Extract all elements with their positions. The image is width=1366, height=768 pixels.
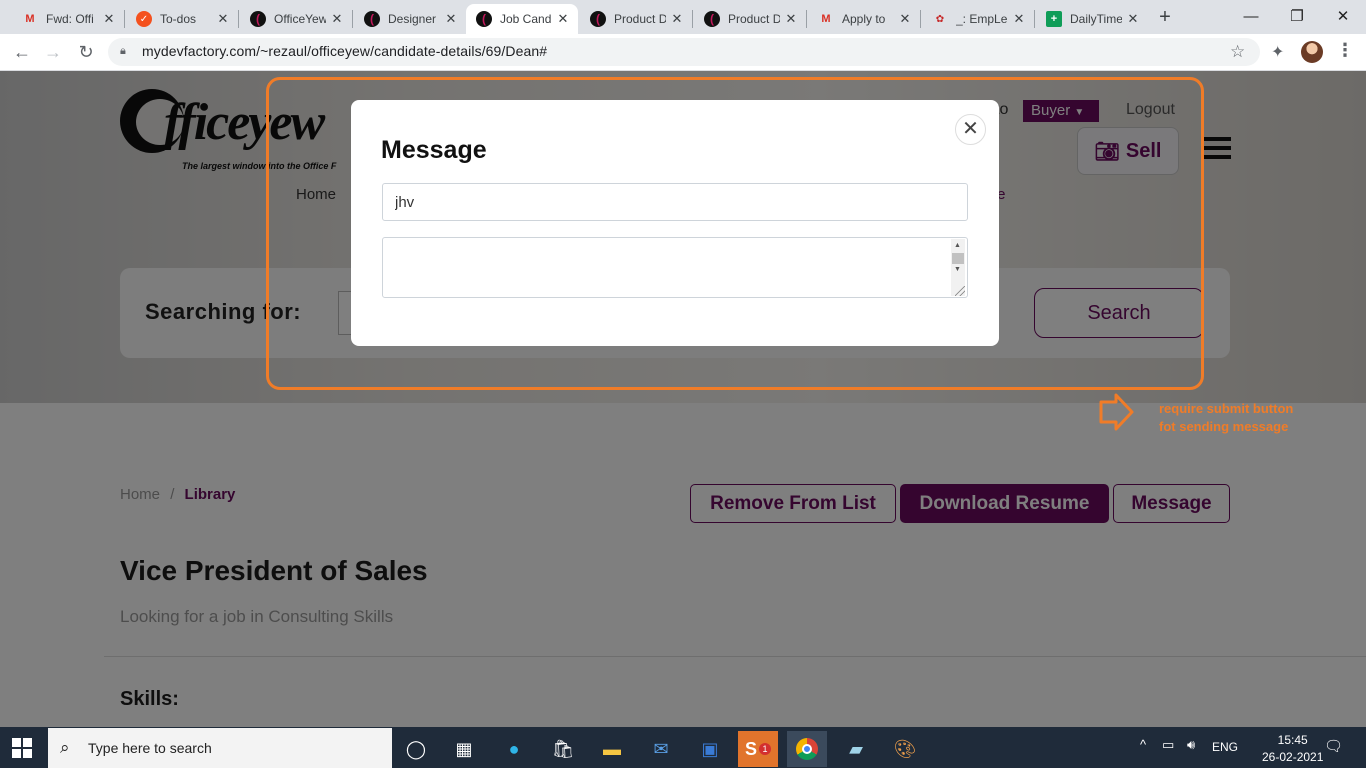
show-hidden-icons-icon[interactable]: ^ bbox=[1140, 737, 1146, 752]
tab-close-icon[interactable]: ✕ bbox=[898, 11, 912, 27]
todo-icon: ✓ bbox=[136, 11, 152, 27]
officeyew-icon: ( bbox=[476, 11, 492, 27]
skype-icon[interactable]: S 1 bbox=[738, 731, 778, 767]
tab-close-icon[interactable]: ✕ bbox=[216, 11, 230, 27]
browser-tab[interactable]: ✿ _: EmpLe ✕ bbox=[922, 4, 1034, 34]
window-close-icon[interactable]: ✕ bbox=[1320, 0, 1366, 32]
lock-icon: 🔒︎ bbox=[120, 45, 126, 57]
browser-tab[interactable]: M Fwd: Offi ✕ bbox=[12, 4, 124, 34]
tab-title: Product D bbox=[728, 12, 780, 26]
tab-title: Apply to bbox=[842, 12, 886, 26]
edge-icon[interactable]: ● bbox=[494, 731, 534, 767]
browser-tab[interactable]: ( Designer ✕ bbox=[354, 4, 466, 34]
officeyew-icon: ( bbox=[704, 11, 720, 27]
browser-tab[interactable]: ( OfficeYew ✕ bbox=[240, 4, 352, 34]
chrome-icon[interactable] bbox=[787, 731, 827, 767]
tab-title: _: EmpLe bbox=[956, 12, 1008, 26]
tab-title: Designer bbox=[388, 12, 437, 26]
notepad-icon[interactable]: ▰ bbox=[836, 731, 876, 767]
notification-badge: 1 bbox=[759, 743, 771, 755]
tab-title: DailyTime bbox=[1070, 12, 1122, 26]
tab-title: OfficeYew bbox=[274, 12, 326, 26]
volume-icon[interactable]: 🔊︎ bbox=[1187, 737, 1195, 753]
browser-tab[interactable]: + DailyTime ✕ bbox=[1036, 4, 1148, 34]
store-icon[interactable]: 🛍︎ bbox=[543, 731, 583, 767]
task-view-icon[interactable]: ▦ bbox=[444, 731, 484, 767]
tab-close-icon[interactable]: ✕ bbox=[556, 11, 570, 27]
back-icon[interactable]: ← bbox=[10, 40, 34, 64]
tab-close-icon[interactable]: ✕ bbox=[1012, 11, 1026, 27]
network-icon[interactable]: ▭ bbox=[1162, 737, 1174, 753]
url-text[interactable]: mydevfactory.com/~rezaul/officeyew/candi… bbox=[142, 43, 547, 59]
emple-icon: ✿ bbox=[935, 13, 945, 25]
clock-date: 26-02-2021 bbox=[1262, 750, 1324, 764]
annotation-highlight-box bbox=[266, 77, 1204, 390]
officeyew-icon: ( bbox=[250, 11, 266, 27]
windows-start-icon[interactable] bbox=[12, 738, 32, 758]
file-explorer-icon[interactable]: ▬ bbox=[592, 731, 632, 767]
taskbar-search-box[interactable]: ⌕ Type here to search bbox=[48, 728, 392, 768]
browser-menu-icon[interactable]: ⋮ bbox=[1336, 40, 1354, 61]
annotation-line: fot sending message bbox=[1159, 419, 1289, 434]
tab-close-icon[interactable]: ✕ bbox=[330, 11, 344, 27]
wps-icon[interactable]: ▣ bbox=[690, 731, 730, 767]
tab-title: Product D bbox=[614, 12, 666, 26]
taskbar-search-placeholder: Type here to search bbox=[88, 740, 212, 756]
arrow-right-icon bbox=[1099, 393, 1134, 431]
tab-close-icon[interactable]: ✕ bbox=[1126, 11, 1140, 27]
cortana-icon[interactable]: ◯ bbox=[396, 731, 436, 767]
officeyew-icon: ( bbox=[364, 11, 380, 27]
reload-icon[interactable]: ↻ bbox=[74, 40, 98, 64]
extensions-icon[interactable]: ✦ bbox=[1271, 42, 1284, 62]
officeyew-icon: ( bbox=[590, 11, 606, 27]
tab-title: Fwd: Offi bbox=[46, 12, 94, 26]
tab-close-icon[interactable]: ✕ bbox=[102, 11, 116, 27]
sheets-icon: + bbox=[1046, 11, 1062, 27]
gmail-icon: M bbox=[25, 13, 35, 25]
bookmark-star-icon[interactable]: ☆ bbox=[1230, 42, 1245, 62]
language-indicator[interactable]: ENG bbox=[1212, 740, 1238, 754]
system-clock[interactable]: 15:45 26-02-2021 bbox=[1262, 732, 1323, 766]
browser-tab[interactable]: ( Product D ✕ bbox=[580, 4, 692, 34]
clock-time: 15:45 bbox=[1277, 733, 1308, 747]
browser-tab-active[interactable]: ( Job Cand ✕ bbox=[466, 4, 578, 34]
minimize-icon[interactable]: — bbox=[1228, 0, 1274, 32]
browser-tab[interactable]: ✓ To-dos ✕ bbox=[126, 4, 238, 34]
annotation-line: require submit button bbox=[1159, 401, 1294, 416]
browser-tab[interactable]: ( Product D ✕ bbox=[694, 4, 806, 34]
profile-avatar[interactable] bbox=[1301, 41, 1323, 63]
tab-title: Job Cand bbox=[500, 12, 552, 26]
tab-title: To-dos bbox=[160, 12, 197, 26]
tab-close-icon[interactable]: ✕ bbox=[444, 11, 458, 27]
new-tab-icon[interactable]: + bbox=[1155, 6, 1175, 28]
paint-icon[interactable]: 🎨︎ bbox=[885, 731, 925, 767]
annotation-note: require submit button fot sending messag… bbox=[1159, 400, 1293, 436]
tab-close-icon[interactable]: ✕ bbox=[670, 11, 684, 27]
restore-icon[interactable]: ❐ bbox=[1274, 0, 1320, 32]
tab-close-icon[interactable]: ✕ bbox=[784, 11, 798, 27]
search-icon: ⌕ bbox=[60, 738, 70, 757]
browser-tab[interactable]: M Apply to ✕ bbox=[808, 4, 920, 34]
mail-icon[interactable]: ✉ bbox=[641, 731, 681, 767]
notifications-icon[interactable]: 🗨︎ bbox=[1324, 737, 1343, 755]
gmail-icon: M bbox=[821, 13, 831, 25]
forward-icon[interactable]: → bbox=[41, 40, 65, 64]
